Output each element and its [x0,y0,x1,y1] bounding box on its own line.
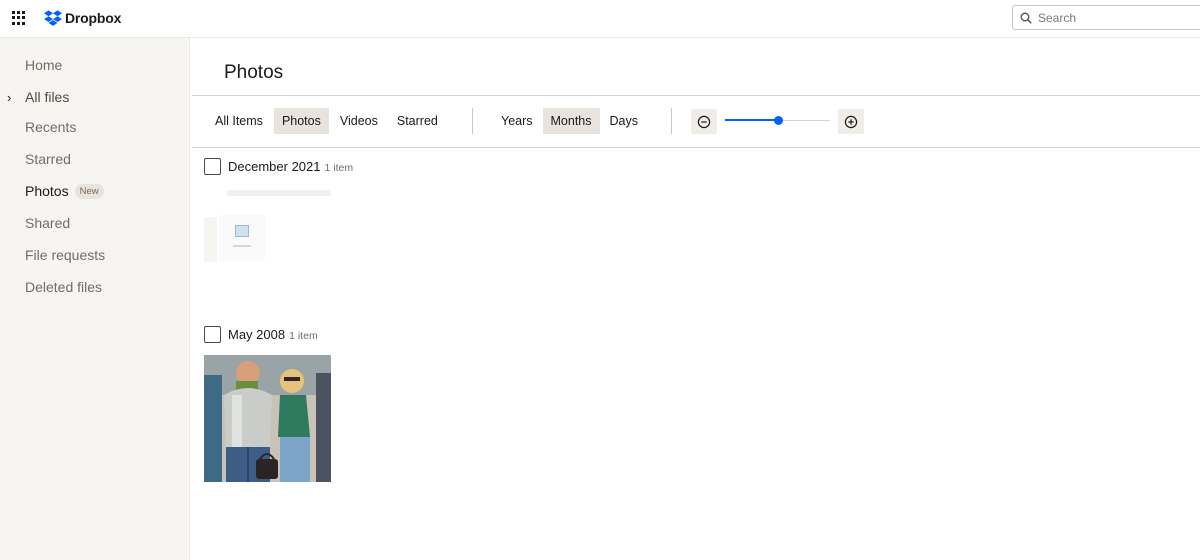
filter-tabs: All Items Photos Videos Starred [207,108,446,134]
zoom-in-icon [844,115,858,129]
sidebar-item-label: Recents [25,119,77,135]
zoom-in-button[interactable] [838,109,864,134]
main-content: Photos All Items Photos Videos Starred Y… [191,38,1200,560]
top-bar: Dropbox [0,0,1200,38]
zoom-out-button[interactable] [691,109,717,134]
group-title: December 2021 [228,159,321,174]
sidebar-item-label: Deleted files [25,279,103,295]
group-days[interactable]: Days [602,108,646,134]
group-years[interactable]: Years [493,108,541,134]
search-box[interactable] [1012,5,1200,30]
sidebar-item-recents[interactable]: Recents [0,115,190,139]
grouping-tabs: Years Months Days [493,108,646,134]
group-count: 1 item [324,162,354,174]
slider-thumb[interactable] [774,116,783,125]
new-badge: New [74,183,104,199]
group-title: May 2008 [228,327,286,342]
thumbnail-caption [233,245,251,247]
divider [192,95,1200,96]
search-input[interactable] [1038,9,1198,26]
people-photo [204,355,331,482]
sidebar-item-label: Starred [25,151,71,167]
sidebar-item-label: Shared [25,215,71,231]
filter-all-items[interactable]: All Items [207,108,271,134]
filter-photos[interactable]: Photos [273,108,329,134]
filter-starred[interactable]: Starred [389,108,446,134]
sidebar-item-photos[interactable]: Photos New [0,179,190,203]
divider [671,108,672,134]
zoom-slider[interactable] [725,115,830,127]
zoom-out-icon [697,115,711,129]
photo-thumbnail[interactable] [204,355,331,482]
thumbnail-search-bar [227,190,331,196]
divider [192,147,1200,148]
image-icon [235,225,249,237]
sidebar-item-starred[interactable]: Starred [0,147,190,171]
search-icon [1020,12,1032,24]
sidebar-item-label: Home [25,57,63,73]
group-count: 1 item [289,330,318,342]
sidebar-item-label: Photos [25,183,69,199]
page-title: Photos [224,62,284,83]
sidebar-item-label: File requests [25,247,106,263]
group-months[interactable]: Months [542,108,600,134]
sidebar-item-home[interactable]: Home [0,53,190,77]
filter-videos[interactable]: Videos [332,108,386,134]
group-checkbox[interactable] [204,326,221,343]
group-checkbox[interactable] [204,158,221,175]
sidebar-item-all-files[interactable]: › All files [0,85,190,109]
thumbnail-sidebar [204,217,217,262]
group-header: May 2008 1 item [228,327,318,342]
sidebar-item-deleted-files[interactable]: Deleted files [0,275,190,299]
thumbnail-card [219,215,265,261]
chevron-right-icon[interactable]: › [7,90,15,105]
sidebar-item-label: All files [25,89,70,105]
dropbox-icon [44,10,62,26]
photo-thumbnail[interactable] [204,184,332,264]
sidebar-item-shared[interactable]: Shared [0,211,190,235]
grid-icon[interactable] [12,11,26,25]
group-header: December 2021 1 item [228,159,353,174]
dropbox-logo[interactable]: Dropbox [44,8,121,28]
sidebar: Home › All files Recents Starred Photos … [0,38,190,560]
slider-fill [725,119,778,121]
logo-text: Dropbox [65,10,122,26]
sidebar-item-file-requests[interactable]: File requests [0,243,190,267]
divider [472,108,473,134]
